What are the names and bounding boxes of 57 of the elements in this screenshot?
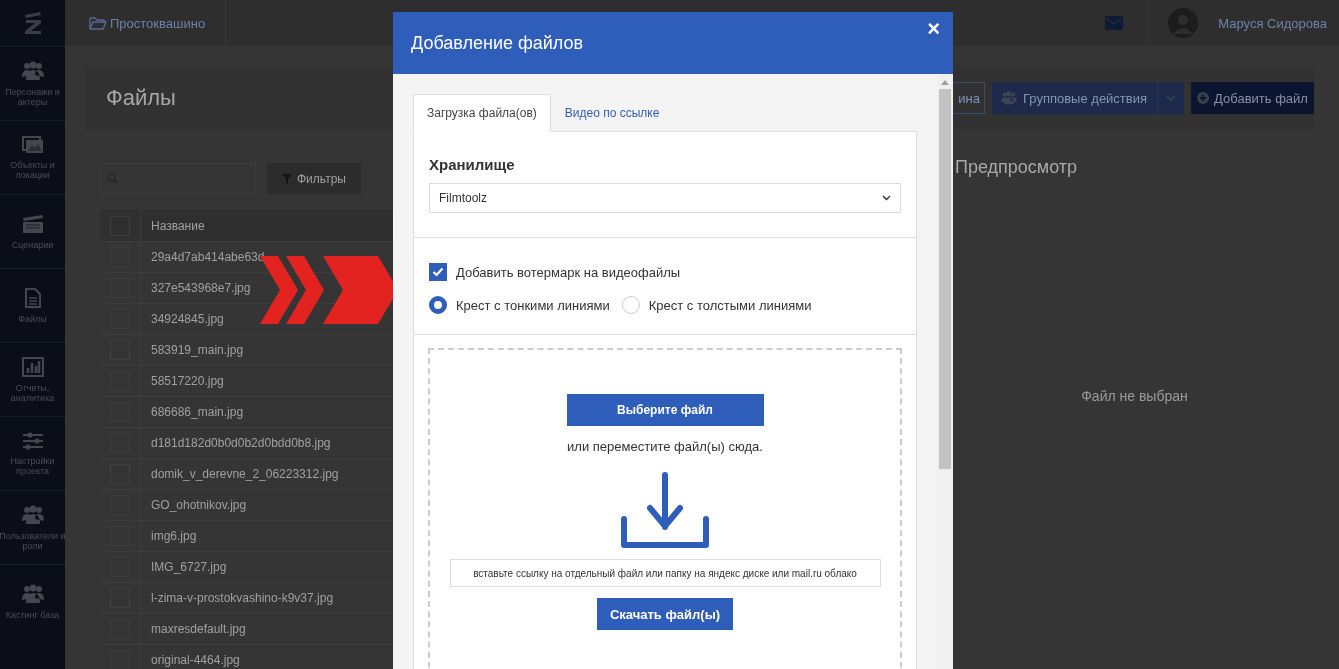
file-name[interactable]: maxresdefault.jpg (151, 622, 246, 636)
add-file-button[interactable]: Добавить файл (1191, 82, 1314, 114)
people-icon (21, 583, 44, 604)
watermark-checkbox[interactable] (429, 263, 447, 281)
radio-label: Крест с толстыми линиями (648, 297, 812, 313)
file-name[interactable]: domik_v_derevne_2_06223312.jpg (151, 467, 339, 481)
column-header: Название (150, 218, 205, 233)
file-name[interactable]: 583919_main.jpg (151, 343, 244, 357)
scroll-up-icon (941, 80, 949, 85)
scrollbar[interactable] (937, 74, 953, 669)
caret-icon (1166, 95, 1176, 101)
filter-button[interactable]: Фильтры (267, 163, 361, 194)
file-name[interactable]: 29a4d7ab414abe63d (151, 250, 265, 264)
storage-label: Хранилище (429, 156, 516, 173)
drop-hint: или переместите файл(ы) сюда. (567, 439, 763, 454)
file-name[interactable]: IMG_6727.jpg (151, 560, 227, 574)
preview-title: Предпросмотр (955, 157, 1079, 178)
download-files-button[interactable]: Скачать файл(ы) (596, 598, 734, 630)
breadcrumb-link[interactable]: Простоквашино (65, 0, 227, 46)
people-icon (21, 60, 44, 81)
file-name[interactable]: img6.jpg (151, 529, 197, 543)
file-name[interactable]: d181d182d0b0d0b2d0bdd0b8.jpg (151, 436, 331, 450)
dialog-tab[interactable]: Загрузка файла(ов) (413, 94, 551, 132)
dialog-tab[interactable]: Видео по ссылке (550, 94, 674, 132)
picture-icon (21, 135, 44, 154)
drop-zone[interactable]: Выберите файл или переместите файл(ы) сюда. вставьте ссылку на отдельный файл или папку на яндекс диске или mail.ru облако Скачать файл(ы) (428, 348, 902, 669)
watermark-label: Добавить вотермарк на видеофайлы (456, 264, 681, 280)
radio-label: Крест с тонкими линиями (456, 297, 610, 313)
choose-file-button[interactable]: Выберите файл (566, 394, 764, 426)
file-name[interactable]: 327e543968e7.jpg (151, 281, 251, 295)
radio-button[interactable] (429, 296, 447, 314)
plus-icon (1197, 92, 1210, 104)
file-name[interactable]: 34924845.jpg (151, 312, 224, 326)
close-button[interactable]: × (924, 18, 943, 40)
bulk-actions-button[interactable]: Групповые действия (992, 82, 1184, 114)
sliders-icon (21, 431, 44, 450)
file-name[interactable]: GO_ohotnikov.jpg (151, 498, 247, 512)
preview-empty-text: Файл не выбран (1080, 388, 1189, 404)
dialog-title: Добавление файлов (411, 32, 584, 54)
clapperboard-icon (21, 213, 44, 234)
document-icon (24, 287, 41, 308)
storage-select[interactable]: Filmtoolz (429, 183, 901, 213)
search-field[interactable] (100, 163, 256, 194)
bar-chart-icon (21, 356, 44, 377)
file-name[interactable]: l-zima-v-prostokvashino-k9v37.jpg (151, 591, 334, 605)
folder-icon (89, 16, 107, 30)
mail-icon[interactable] (1105, 16, 1124, 30)
people-icon (21, 504, 44, 525)
user-name[interactable]: Маруся Сидорова (1218, 15, 1327, 31)
file-name[interactable]: original-4464.jpg (151, 653, 240, 667)
file-name[interactable]: 58517220.jpg (151, 374, 224, 388)
chevron-down-icon (882, 195, 891, 201)
page-title: Файлы (106, 85, 176, 111)
download-icon (620, 472, 710, 548)
people-icon (1000, 91, 1018, 105)
file-name[interactable]: 686686_main.jpg (151, 405, 244, 419)
link-input-field[interactable]: вставьте ссылку на отдельный файл или папку на яндекс диске или mail.ru облако (449, 559, 881, 587)
